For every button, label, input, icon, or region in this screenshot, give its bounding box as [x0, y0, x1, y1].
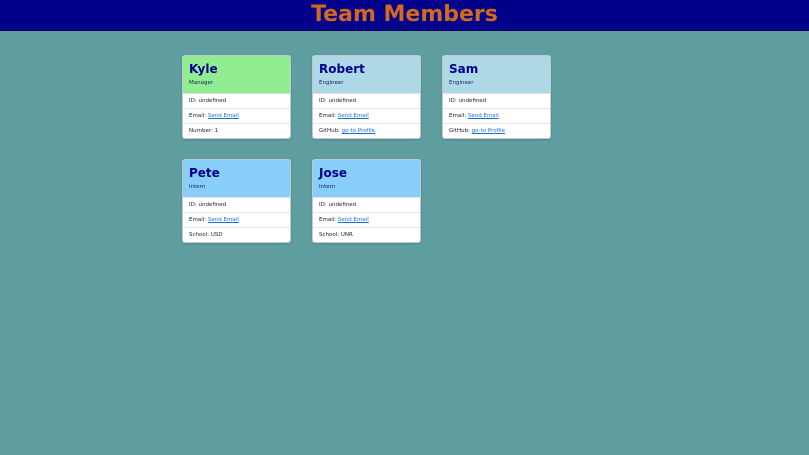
page-title: Team Members	[311, 2, 498, 27]
email-label: Email:	[449, 113, 467, 119]
email-label: Email:	[319, 113, 337, 119]
email-row: Email: Send Email	[313, 212, 420, 227]
send-email-link[interactable]: Send Email	[208, 217, 239, 223]
send-email-link[interactable]: Send Email	[208, 113, 239, 119]
id-value: undefined	[198, 98, 227, 104]
card-header: Robert Engineer	[313, 56, 420, 93]
github-row: GitHub: go-to Profile	[313, 123, 420, 138]
email-label: Email:	[319, 217, 337, 223]
github-label: GitHub:	[319, 128, 340, 134]
employee-role: Manager	[189, 80, 214, 86]
employee-name: Sam	[449, 62, 479, 76]
employee-card-engineer: Sam Engineer ID: undefined Email: Send E…	[442, 55, 551, 139]
email-label: Email:	[189, 217, 207, 223]
id-label: ID:	[319, 98, 327, 104]
id-row: ID: undefined	[313, 93, 420, 108]
id-label: ID:	[189, 202, 197, 208]
email-row: Email: Send Email	[443, 108, 550, 123]
id-label: ID:	[189, 98, 197, 104]
github-label: GitHub:	[449, 128, 470, 134]
card-header: Kyle Manager	[183, 56, 290, 93]
id-row: ID: undefined	[313, 197, 420, 212]
employee-card-manager: Kyle Manager ID: undefined Email: Send E…	[182, 55, 291, 139]
office-number-value: 1	[214, 128, 219, 134]
page-header: Team Members	[0, 0, 809, 31]
id-label: ID:	[319, 202, 327, 208]
employee-card-engineer: Robert Engineer ID: undefined Email: Sen…	[312, 55, 421, 139]
employee-card-intern: Jose Intern ID: undefined Email: Send Em…	[312, 159, 421, 243]
email-row: Email: Send Email	[183, 212, 290, 227]
employee-card-intern: Pete Intern ID: undefined Email: Send Em…	[182, 159, 291, 243]
card-header: Jose Intern	[313, 160, 420, 197]
github-row: GitHub: go-to Profile	[443, 123, 550, 138]
office-number-label: Number:	[189, 128, 213, 134]
employee-role: Engineer	[449, 80, 474, 86]
id-value: undefined	[198, 202, 227, 208]
school-row: School: UNR	[313, 227, 420, 242]
send-email-link[interactable]: Send Email	[338, 113, 369, 119]
email-row: Email: Send Email	[183, 108, 290, 123]
school-value: USD	[210, 232, 223, 238]
send-email-link[interactable]: Send Email	[338, 217, 369, 223]
employee-name: Jose	[319, 166, 347, 180]
email-row: Email: Send Email	[313, 108, 420, 123]
id-row: ID: undefined	[183, 197, 290, 212]
employee-name: Pete	[189, 166, 220, 180]
school-label: School:	[319, 232, 340, 238]
office-number-row: Number: 1	[183, 123, 290, 138]
employee-name: Kyle	[189, 62, 218, 76]
school-row: School: USD	[183, 227, 290, 242]
employee-role: Intern	[319, 184, 336, 190]
employee-role: Intern	[189, 184, 206, 190]
school-value: UNR	[340, 232, 353, 238]
card-header: Pete Intern	[183, 160, 290, 197]
school-label: School:	[189, 232, 210, 238]
send-email-link[interactable]: Send Email	[468, 113, 499, 119]
github-profile-link[interactable]: go-to Profile	[342, 128, 375, 134]
employee-role: Engineer	[319, 80, 344, 86]
id-label: ID:	[449, 98, 457, 104]
card-header: Sam Engineer	[443, 56, 550, 93]
email-label: Email:	[189, 113, 207, 119]
github-profile-link[interactable]: go-to Profile	[472, 128, 505, 134]
id-row: ID: undefined	[443, 93, 550, 108]
id-value: undefined	[328, 98, 357, 104]
employee-name: Robert	[319, 62, 365, 76]
id-value: undefined	[328, 202, 357, 208]
id-value: undefined	[458, 98, 487, 104]
id-row: ID: undefined	[183, 93, 290, 108]
